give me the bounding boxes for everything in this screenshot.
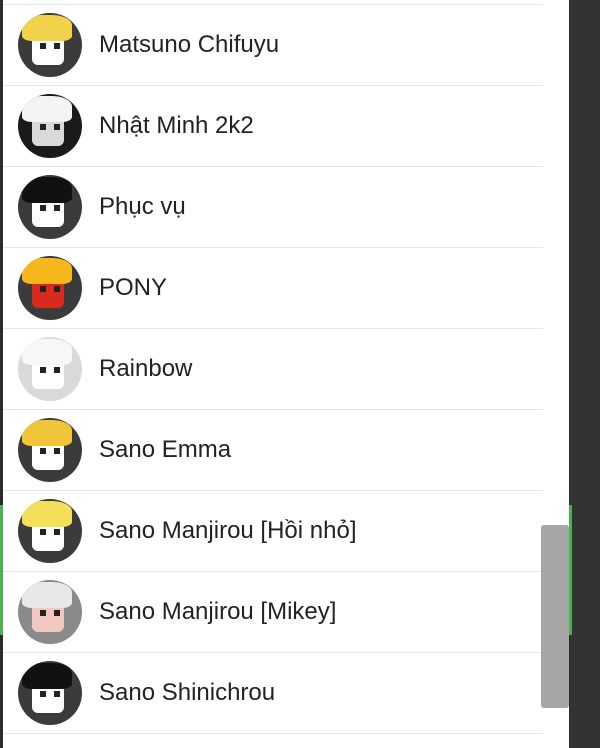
contact-list: Matsuno Chifuyu Nhật Minh 2k2 Phục vụ PONY R… [3, 5, 543, 734]
contact-list-panel: Matsuno Chifuyu Nhật Minh 2k2 Phục vụ PONY R… [3, 0, 569, 748]
list-item[interactable]: Nhật Minh 2k2 [3, 86, 543, 167]
avatar-dark-hair-icon [18, 175, 82, 239]
avatar-eye [40, 124, 46, 130]
list-item[interactable]: Sano Manjirou [Mikey] [3, 572, 543, 653]
list-item[interactable]: Sano Manjirou [Hồi nhỏ] [3, 491, 543, 572]
avatar-monochrome-icon [18, 94, 82, 158]
avatar-eye [54, 529, 60, 535]
avatar-eye [40, 286, 46, 292]
background-right [570, 0, 600, 748]
avatar-hair [22, 339, 72, 365]
avatar-silver-hair-icon [18, 580, 82, 644]
contact-name: Nhật Minh 2k2 [99, 112, 254, 139]
avatar-eye [54, 610, 60, 616]
avatar-eye [40, 205, 46, 211]
list-item[interactable]: PONY [3, 248, 543, 329]
avatar-hair [22, 582, 72, 608]
avatar-black-hair-icon [18, 661, 82, 725]
avatar-spiky-blonde-icon [18, 499, 82, 563]
avatar-hair [22, 177, 72, 203]
avatar-eye [54, 286, 60, 292]
avatar-eye [54, 205, 60, 211]
contact-name: Matsuno Chifuyu [99, 31, 280, 58]
avatar-hair [22, 420, 72, 446]
list-item[interactable]: Sano Shinichrou [3, 653, 543, 734]
contact-name: PONY [99, 274, 168, 301]
avatar-eye [40, 367, 46, 373]
avatar-eye [54, 43, 60, 49]
contact-name: Sano Manjirou [Hồi nhỏ] [99, 517, 357, 544]
avatar-eye [40, 691, 46, 697]
avatar-eye [40, 43, 46, 49]
list-item[interactable]: Rainbow [3, 329, 543, 410]
contact-name: Phục vụ [99, 193, 186, 220]
contact-name: Rainbow [99, 355, 193, 382]
avatar-eye [54, 691, 60, 697]
avatar-hair [22, 15, 72, 41]
avatar-hair [22, 258, 72, 284]
avatar-eye [40, 448, 46, 454]
avatar-eye [54, 448, 60, 454]
list-item[interactable]: Phục vụ [3, 167, 543, 248]
avatar-hair [22, 501, 72, 527]
scrollbar-thumb[interactable] [541, 525, 569, 708]
contact-name: Sano Manjirou [Mikey] [99, 598, 337, 625]
avatar-red-pony-icon [18, 256, 82, 320]
avatar-eye [40, 610, 46, 616]
avatar-hair [22, 663, 72, 689]
avatar-hair [22, 96, 72, 122]
avatar-eye [40, 529, 46, 535]
avatar-eye [54, 124, 60, 130]
avatar-white-red-eye-icon [18, 337, 82, 401]
contact-name: Sano Emma [99, 436, 232, 463]
avatar-blonde-icon [18, 13, 82, 77]
list-item[interactable]: Sano Emma [3, 410, 543, 491]
list-item[interactable]: Matsuno Chifuyu [3, 5, 543, 86]
avatar-eye [54, 367, 60, 373]
contact-name: Sano Shinichrou [99, 679, 276, 706]
avatar-blonde-girl-icon [18, 418, 82, 482]
